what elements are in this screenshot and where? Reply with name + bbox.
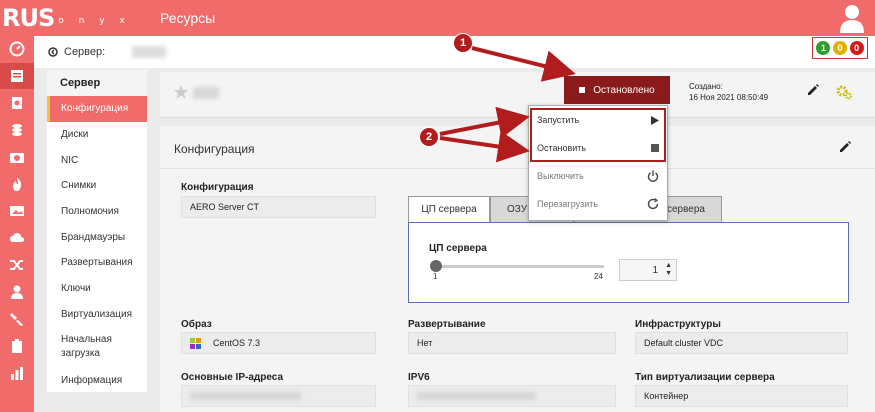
ipv6-label: IPV6 (408, 372, 430, 383)
cpu-label: ЦП сервера (429, 243, 487, 254)
server-submenu: Сервер Конфигурация Диски NIC Снимки Пол… (47, 70, 147, 392)
submenu-item-disks[interactable]: Диски (47, 122, 147, 148)
config-card-title: Конфигурация (174, 142, 255, 156)
breadcrumb-label: Сервер: (64, 46, 106, 58)
created-label: Создано: (689, 82, 723, 91)
menu-item-stop-label: Остановить (537, 143, 587, 153)
submenu-item-config[interactable]: Конфигурация (47, 96, 147, 122)
config-field[interactable]: AERO Server CT (181, 196, 376, 218)
infra-field[interactable]: Default cluster VDC (635, 332, 848, 354)
icon-rail (0, 36, 34, 412)
cpu-stepper-value: 1 (652, 264, 658, 276)
power-icon (647, 170, 659, 182)
power-actions-menu: Запустить Остановить Выключить Перезагру… (528, 105, 668, 221)
brand-logo[interactable]: RUS o n y x (2, 4, 131, 32)
cpu-slider-handle[interactable] (430, 260, 442, 272)
menu-item-shutdown[interactable]: Выключить (529, 162, 667, 190)
badge-green: 1 (816, 41, 831, 55)
tools-icon[interactable] (0, 306, 34, 332)
cpu-quantity-stepper[interactable]: 1 ▲ ▼ (619, 259, 677, 281)
gear-icon[interactable] (835, 83, 853, 101)
submenu-item-nic[interactable]: NIC (47, 147, 147, 173)
submenu-item-boot[interactable]: Начальная загрузка (47, 327, 147, 367)
menu-item-stop[interactable]: Остановить (529, 134, 667, 162)
submenu-item-deployments[interactable]: Развертывания (47, 250, 147, 276)
dashboard-icon[interactable] (0, 36, 34, 62)
image-field[interactable]: CentOS 7.3 (181, 332, 376, 354)
virt-label: Тип виртуализации сервера (635, 372, 775, 383)
menu-item-restart[interactable]: Перезагрузить (529, 190, 667, 218)
cloud-icon[interactable] (0, 225, 34, 251)
menu-item-start-label: Запустить (537, 115, 580, 125)
image-icon[interactable] (0, 90, 34, 116)
slider-min-label: 1 (433, 272, 438, 281)
server-icon[interactable] (0, 63, 34, 89)
divider (160, 168, 875, 169)
menu-item-restart-label: Перезагрузить (537, 199, 599, 209)
menu-item-start[interactable]: Запустить (529, 106, 667, 134)
cpu-slider-track[interactable] (436, 265, 604, 268)
infra-label: Инфраструктуры (635, 319, 721, 330)
stepper-arrows-icon[interactable]: ▲ ▼ (665, 262, 672, 278)
callout-1: 1 (453, 33, 473, 53)
badge-red: 0 (849, 41, 864, 55)
camera-icon[interactable] (0, 144, 34, 170)
back-icon[interactable] (48, 47, 58, 57)
breadcrumb-server-name (132, 46, 166, 58)
submenu-item-firewalls[interactable]: Брандмауэры (47, 224, 147, 250)
centos-logo-icon (190, 337, 201, 349)
config-label: Конфигурация (181, 182, 254, 193)
user-icon[interactable] (0, 279, 34, 305)
edit-config-icon[interactable] (838, 140, 852, 154)
config-card: Конфигурация Конфигурация AERO Server CT… (160, 126, 875, 412)
submenu-title: Сервер (47, 70, 147, 96)
image-label: Образ (181, 319, 212, 330)
status-button[interactable]: Остановлено (564, 76, 670, 104)
cpu-tab-panel: ЦП сервера 1 24 1 ▲ ▼ (408, 222, 849, 303)
restart-icon (647, 198, 659, 210)
virt-field[interactable]: Контейнер (635, 385, 848, 407)
tab-cpu[interactable]: ЦП сервера (408, 196, 490, 222)
stop-icon (651, 144, 659, 152)
ipv6-field[interactable] (408, 385, 616, 407)
edit-icon[interactable] (806, 83, 820, 97)
clipboard-icon[interactable] (0, 333, 34, 359)
stats-icon[interactable] (0, 360, 34, 386)
star-icon[interactable] (173, 84, 189, 100)
submenu-item-virtualization[interactable]: Виртуализация (47, 302, 147, 328)
server-header: Остановлено Создано: 16 Ноя 2021 08:50:4… (160, 72, 875, 118)
submenu-item-keys[interactable]: Ключи (47, 276, 147, 302)
submenu-item-permissions[interactable]: Полномочия (47, 199, 147, 225)
badge-yellow: 0 (832, 41, 847, 55)
disk-icon[interactable] (0, 117, 34, 143)
shuffle-icon[interactable] (0, 252, 34, 278)
firewall-icon[interactable] (0, 171, 34, 197)
deploy-label: Развертывание (408, 319, 486, 330)
top-bar: RUS o n y x Ресурсы (0, 0, 875, 36)
brand-logo-main: RUS (2, 4, 55, 32)
menu-item-shutdown-label: Выключить (537, 171, 584, 181)
notification-badges[interactable]: 1 0 0 (812, 37, 868, 59)
submenu-item-snapshots[interactable]: Снимки (47, 173, 147, 199)
ip-label: Основные IP-адреса (181, 372, 284, 383)
stop-square-icon (579, 87, 586, 93)
brand-logo-sub: o n y x (58, 16, 131, 26)
created-value: 16 Ноя 2021 08:50:49 (689, 93, 769, 102)
page-title: Ресурсы (160, 10, 216, 26)
ip-field[interactable] (181, 385, 376, 407)
user-avatar-icon[interactable] (839, 3, 865, 33)
play-icon (651, 115, 659, 125)
callout-2: 2 (419, 127, 439, 147)
created-info: Создано: 16 Ноя 2021 08:50:49 (689, 81, 768, 103)
deploy-field[interactable]: Нет (408, 332, 616, 354)
picture-icon[interactable] (0, 198, 34, 224)
submenu-item-info[interactable]: Информация (47, 367, 147, 393)
slider-max-label: 24 (594, 272, 603, 281)
server-name (193, 87, 219, 99)
image-value: CentOS 7.3 (213, 338, 261, 348)
status-label: Остановлено (593, 84, 655, 96)
